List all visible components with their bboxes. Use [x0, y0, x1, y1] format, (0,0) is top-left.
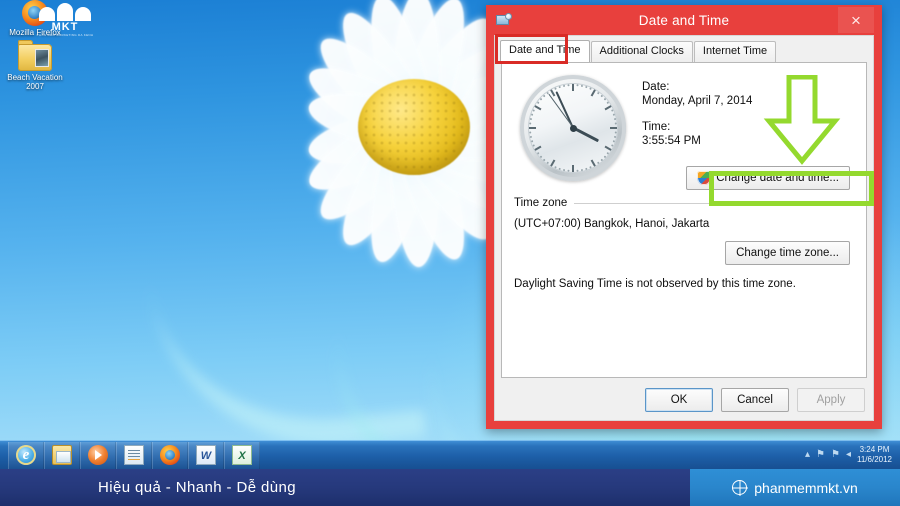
taskbar-button-word[interactable]: [188, 441, 224, 469]
button-label: OK: [670, 394, 688, 406]
date-time-readout: Date: Monday, April 7, 2014 Time: 3:55:5…: [642, 81, 752, 161]
dialog-title: Date and Time: [638, 12, 730, 28]
volume-icon[interactable]: ◂: [846, 450, 851, 460]
desktop-icon-label: Beach Vacation 2007: [7, 73, 63, 91]
change-date-and-time-button[interactable]: Change date and time...: [686, 166, 850, 190]
media-player-icon: [88, 445, 108, 465]
taskbar: ▴ ⚑ ⚑ ◂ 3:24 PM 11/6/2012: [0, 440, 900, 469]
clock-date: 11/6/2012: [857, 455, 892, 464]
excel-icon: [232, 445, 252, 465]
dialog-tabs: Date and Time Additional Clocks Internet…: [495, 36, 873, 62]
down-arrow-annotation: [763, 75, 841, 165]
uac-shield-icon: [697, 171, 712, 185]
firefox-icon: [160, 445, 180, 465]
notepad-icon: [124, 445, 144, 465]
system-tray: ▴ ⚑ ⚑ ◂ 3:24 PM 11/6/2012: [805, 445, 900, 465]
clock-center-pin: [569, 124, 577, 132]
banner-right: phanmemmkt.vn: [690, 469, 900, 506]
taskbar-button-media-player[interactable]: [80, 441, 116, 469]
internet-explorer-icon: [16, 445, 36, 465]
show-hidden-icons-icon[interactable]: ▴: [805, 450, 810, 460]
mkt-logo-mark: [39, 3, 91, 21]
time-label: Time:: [642, 121, 671, 133]
taskbar-button-firefox[interactable]: [152, 441, 188, 469]
word-icon: [196, 445, 216, 465]
footer-banner: Hiệu quả - Nhanh - Dễ dùng phanmemmkt.vn: [0, 469, 900, 506]
button-label: Change time zone...: [736, 247, 839, 259]
taskbar-button-notepad[interactable]: [116, 441, 152, 469]
globe-icon: [732, 480, 748, 495]
taskbar-buttons: [8, 441, 260, 469]
cancel-button[interactable]: Cancel: [721, 388, 789, 412]
daylight-saving-note: Daylight Saving Time is not observed by …: [514, 278, 796, 290]
change-time-zone-button[interactable]: Change time zone...: [725, 241, 850, 265]
tab-date-and-time[interactable]: Date and Time: [500, 40, 590, 62]
divider: [574, 202, 856, 204]
date-label: Date:: [642, 81, 670, 93]
taskbar-button-file-explorer[interactable]: [44, 441, 80, 469]
button-label: Cancel: [737, 394, 773, 406]
taskbar-button-internet-explorer[interactable]: [8, 441, 44, 469]
mkt-logo-text: MKT: [51, 21, 79, 33]
clock-time: 3:24 PM: [859, 445, 890, 454]
tab-label: Date and Time: [509, 44, 581, 56]
tab-label: Internet Time: [702, 45, 768, 57]
analog-clock: [520, 75, 626, 181]
ok-button[interactable]: OK: [645, 388, 713, 412]
dialog-footer-buttons: OK Cancel Apply: [645, 388, 865, 412]
date-value: Monday, April 7, 2014: [642, 95, 753, 107]
taskbar-button-excel[interactable]: [224, 441, 260, 469]
file-explorer-icon: [52, 445, 72, 465]
change-time-zone-wrap: Change time zone...: [725, 241, 850, 265]
time-zone-legend-label: Time zone: [514, 197, 568, 209]
date-and-time-dialog: Date and Time × Date and Time Additional…: [486, 5, 882, 429]
folder-icon: [18, 40, 52, 71]
button-label: Apply: [816, 394, 846, 406]
screen: Mozilla Firefox Beach Vacation 2007 ▴ ⚑ …: [0, 0, 900, 506]
time-value: 3:55:54 PM: [642, 135, 701, 147]
banner-left: Hiệu quả - Nhanh - Dễ dùng: [0, 469, 690, 506]
apply-button: Apply: [797, 388, 865, 412]
tab-label: Additional Clocks: [599, 45, 684, 57]
time-zone-value: (UTC+07:00) Bangkok, Hanoi, Jakarta: [514, 218, 710, 230]
tab-internet-time[interactable]: Internet Time: [693, 41, 777, 62]
time-zone-legend: Time zone: [514, 197, 856, 209]
network-icon[interactable]: ⚑: [816, 450, 825, 460]
mkt-logo: MKT PHAN MEM MARKETING DA KENH: [36, 3, 94, 37]
tab-additional-clocks[interactable]: Additional Clocks: [590, 41, 693, 62]
desktop-icon-beach-vacation[interactable]: Beach Vacation 2007: [4, 40, 66, 91]
banner-website[interactable]: phanmemmkt.vn: [754, 480, 857, 496]
taskbar-clock[interactable]: 3:24 PM 11/6/2012: [857, 445, 892, 465]
banner-slogan: Hiệu quả - Nhanh - Dễ dùng: [98, 479, 297, 496]
dialog-titlebar: Date and Time ×: [494, 5, 874, 35]
button-label: Change date and time...: [716, 172, 839, 184]
action-center-icon[interactable]: ⚑: [831, 450, 840, 460]
mkt-logo-subtext: PHAN MEM MARKETING DA KENH: [36, 33, 94, 37]
flower-core: [358, 79, 470, 175]
change-date-time-wrap: Change date and time...: [686, 166, 850, 190]
